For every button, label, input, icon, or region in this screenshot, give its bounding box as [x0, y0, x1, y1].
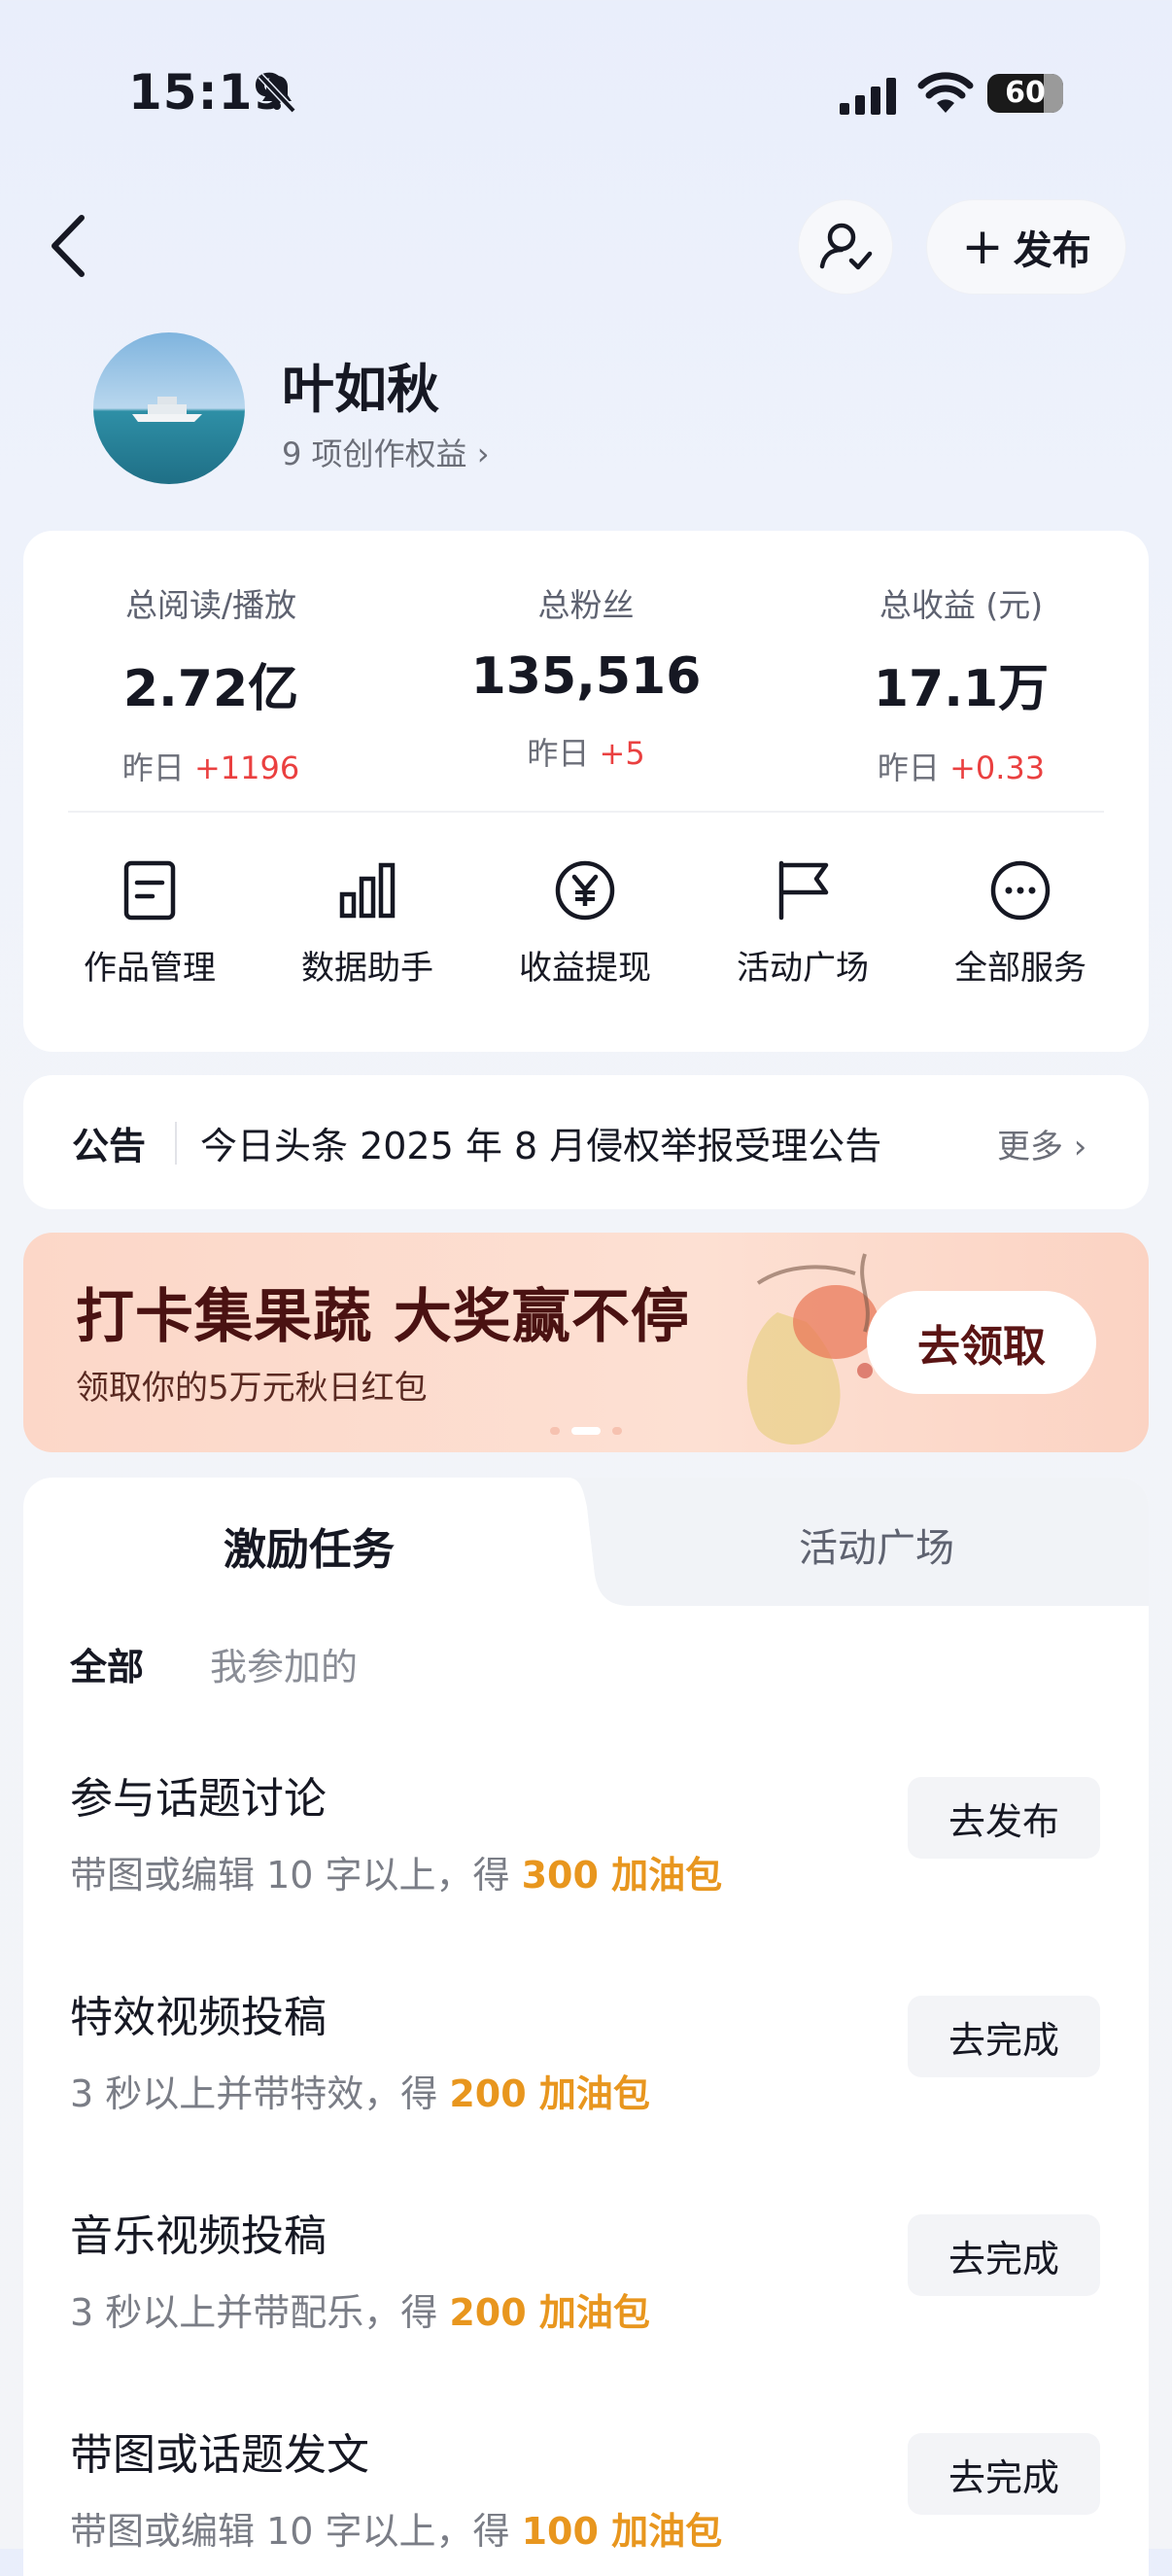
flag-icon: [778, 860, 829, 921]
publish-button[interactable]: + 发布: [927, 200, 1125, 294]
carousel-dot-active: [571, 1427, 601, 1435]
stat-total-reads[interactable]: 总阅读/播放 2.72亿 昨日 +1196: [23, 579, 398, 788]
wifi-icon: [917, 72, 974, 113]
back-arrow-icon[interactable]: [47, 212, 91, 280]
service-income-withdraw[interactable]: 收益提现: [476, 859, 694, 989]
creator-rights-link[interactable]: 9 项创作权益 ›: [282, 430, 490, 474]
tab-incentive-tasks[interactable]: 激励任务: [224, 1514, 395, 1577]
carousel-dot: [612, 1427, 622, 1435]
task-action-button[interactable]: 去完成: [908, 2433, 1100, 2515]
task-action-button[interactable]: 去完成: [908, 1996, 1100, 2077]
battery-indicator: 60: [987, 74, 1063, 113]
task-item: 带图或话题发文 带图或编辑 10 字以上，得 100 加油包 去完成: [70, 2419, 1100, 2553]
task-item: 音乐视频投稿 3 秒以上并带配乐，得 200 加油包 去完成: [70, 2201, 1100, 2334]
plus-icon: +: [961, 218, 1004, 276]
service-data-assistant[interactable]: 数据助手: [259, 859, 476, 989]
stat-total-fans[interactable]: 总粉丝 135,516 昨日 +5: [398, 579, 774, 774]
service-all-services[interactable]: 全部服务: [912, 859, 1129, 989]
notice-label: 公告: [72, 1125, 147, 1167]
bell-muted-icon: [258, 73, 296, 114]
tab-curve: [544, 1478, 632, 1606]
notice-more-link[interactable]: 更多 ›: [997, 1120, 1086, 1167]
task-item: 参与话题讨论 带图或编辑 10 字以上，得 300 加油包 去发布: [70, 1763, 1100, 1897]
banner-claim-button[interactable]: 去领取: [867, 1291, 1096, 1394]
cellular-signal-icon: [840, 78, 896, 115]
user-check-icon: [819, 223, 873, 270]
filter-joined[interactable]: 我参加的: [210, 1637, 358, 1690]
stats-divider: [68, 811, 1104, 813]
task-item: 特效视频投稿 3 秒以上并带特效，得 200 加油包 去完成: [70, 1982, 1100, 2115]
filter-all[interactable]: 全部: [70, 1637, 144, 1690]
carousel-dot: [550, 1427, 560, 1435]
tab-activity-square[interactable]: 活动广场: [799, 1516, 954, 1573]
document-icon: [123, 860, 176, 921]
banner-title: 打卡集果蔬 大奖赢不停: [76, 1283, 690, 1351]
avatar[interactable]: [93, 332, 245, 484]
service-works-management[interactable]: 作品管理: [41, 859, 259, 989]
banner-subtitle: 领取你的5万元秋日红包: [76, 1369, 428, 1408]
user-switch-button[interactable]: [799, 200, 892, 294]
task-action-button[interactable]: 去发布: [908, 1777, 1100, 1859]
service-activity-square[interactable]: 活动广场: [694, 859, 912, 989]
task-action-button[interactable]: 去完成: [908, 2214, 1100, 2296]
more-icon: [990, 860, 1051, 921]
stat-total-income[interactable]: 总收益 (元) 17.1万 昨日 +0.33: [774, 579, 1149, 788]
bar-chart-icon: [339, 862, 396, 919]
publish-label: 发布: [1013, 228, 1091, 273]
user-name: 叶如秋: [282, 359, 439, 420]
yen-icon: [555, 860, 615, 921]
notice-text[interactable]: 今日头条 2025 年 8 月侵权举报受理公告: [200, 1116, 881, 1169]
notice-separator: [175, 1122, 177, 1165]
